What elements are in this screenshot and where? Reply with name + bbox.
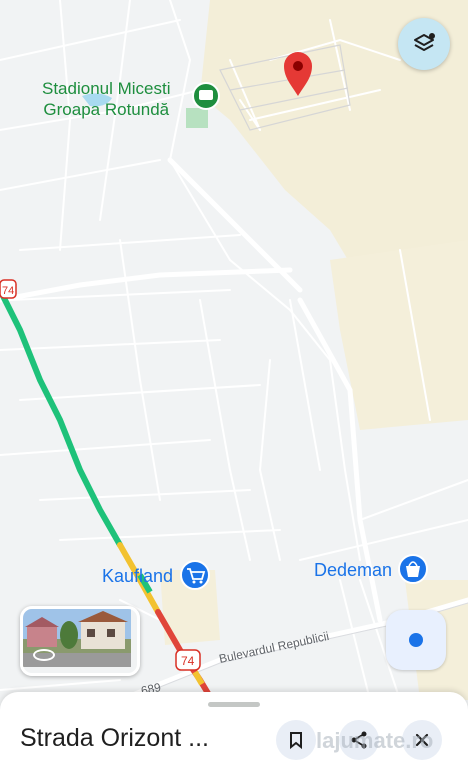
bookmark-icon	[290, 732, 302, 749]
route-74-traffic-green	[0, 287, 123, 548]
route-74-shield-bottom: 74	[175, 649, 201, 671]
svg-text:74: 74	[181, 654, 195, 668]
kaufland-label[interactable]: Kaufland	[102, 566, 173, 587]
park-area	[186, 108, 208, 128]
route-74-shield-top: 74	[0, 279, 17, 299]
shopping-bag-icon	[398, 554, 428, 584]
svg-text:74: 74	[2, 285, 14, 297]
my-location-button[interactable]	[386, 610, 446, 670]
dedeman-label[interactable]: Dedeman	[314, 560, 392, 581]
layers-icon	[414, 33, 435, 51]
shopping-cart-icon	[180, 560, 210, 590]
my-location-icon	[409, 633, 423, 647]
place-title: Strada Orizont ...	[20, 724, 209, 752]
route-74-traffic-yellow	[192, 670, 205, 686]
bulevard-label: Bulevardul Republicii	[218, 629, 331, 666]
watermark-text: lajumate.ro	[316, 728, 434, 753]
360-rotate-icon	[33, 649, 55, 661]
stadium-marker-icon	[192, 82, 220, 110]
street-view-thumbnail[interactable]	[20, 606, 140, 676]
stadium-label[interactable]: Stadionul Micesti Groapa Rotundă	[42, 78, 171, 120]
drag-handle[interactable]	[208, 702, 260, 707]
layers-button[interactable]	[398, 18, 450, 70]
save-button[interactable]	[276, 720, 316, 760]
